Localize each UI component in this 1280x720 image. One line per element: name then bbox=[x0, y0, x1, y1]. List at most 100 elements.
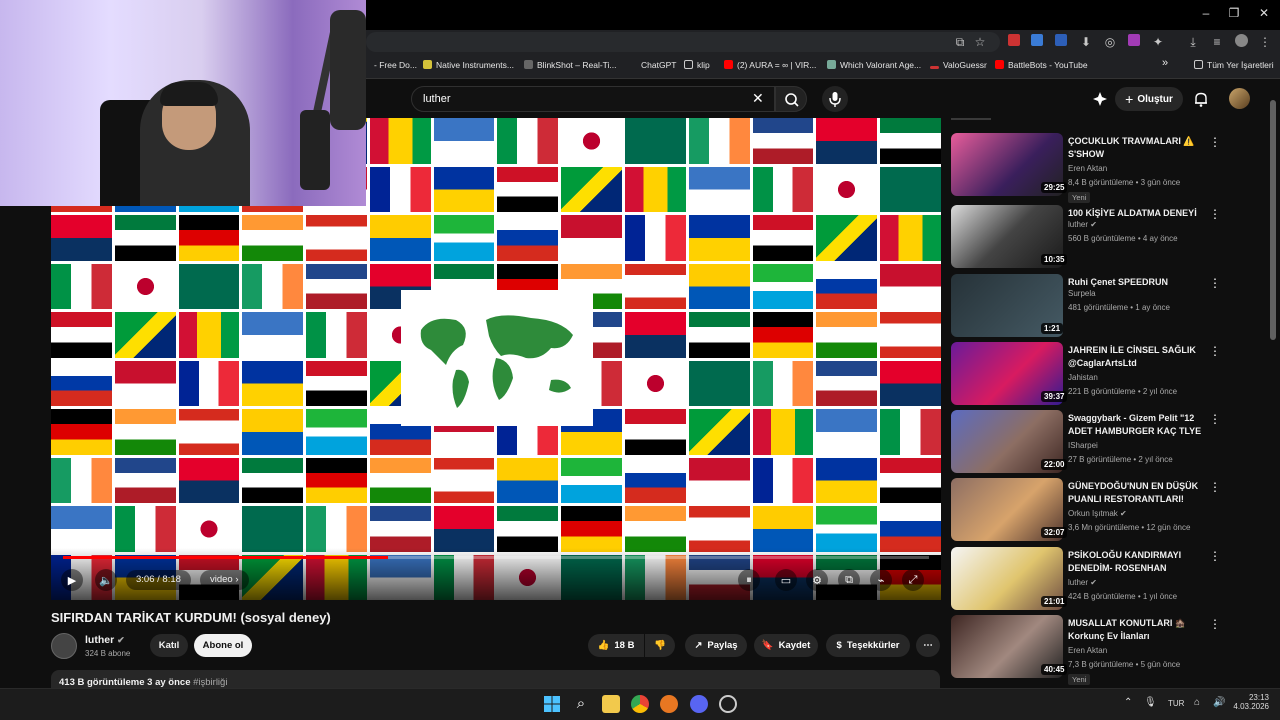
recommendation-title[interactable]: 100 KİŞİYE ALDATMA DENEYİ bbox=[1068, 207, 1206, 220]
recommendation-title[interactable]: JAHREIN İLE CİNSEL SAĞLIK @CaglarArtsLtd bbox=[1068, 344, 1206, 370]
voice-search-button[interactable] bbox=[822, 86, 848, 112]
more-vert-icon[interactable]: ⋮ bbox=[1209, 344, 1221, 358]
autoplay-toggle[interactable]: ⏸ bbox=[738, 569, 760, 591]
reading-list-icon[interactable]: ≡ bbox=[1209, 34, 1225, 50]
bookmark-item[interactable]: BlinkShot – Real-Ti... bbox=[524, 60, 617, 70]
taskbar-clock[interactable]: 23:13 4.03.2026 bbox=[1233, 693, 1269, 711]
recommendation-channel[interactable]: Eren Aktan bbox=[1068, 646, 1107, 655]
account-avatar[interactable] bbox=[1229, 88, 1250, 109]
more-vert-icon[interactable]: ⋮ bbox=[1209, 617, 1221, 631]
channel-avatar[interactable] bbox=[51, 633, 77, 659]
more-actions-button[interactable]: ⋯ bbox=[916, 634, 940, 657]
recommendation-title[interactable]: MUSALLAT KONUTLARI 🏚️ Korkunç Ev İlanlar… bbox=[1068, 617, 1206, 643]
bookmark-item[interactable]: (2) AURA = ∞ | VIR... bbox=[724, 60, 816, 70]
install-app-icon[interactable]: ⧉ bbox=[952, 34, 968, 50]
recommendation-title[interactable]: Swaggybark - Gizem Pelit "12 ADET HAMBUR… bbox=[1068, 412, 1206, 439]
recommendation-channel[interactable]: Surpela bbox=[1068, 289, 1096, 298]
recommendation-title[interactable]: Ruhi Çenet SPEEDRUN bbox=[1068, 276, 1206, 289]
bookmark-item[interactable]: Native Instruments... bbox=[423, 60, 514, 70]
bookmark-item[interactable]: BattleBots - YouTube bbox=[995, 60, 1088, 70]
recommendation-title[interactable]: PSİKOLOĞU KANDIRMAYI DENEDİM- ROSENHAN D… bbox=[1068, 549, 1206, 576]
volume-button[interactable]: 🔈 bbox=[95, 569, 117, 591]
dislike-button[interactable]: 👎 bbox=[645, 634, 675, 657]
search-input[interactable] bbox=[411, 86, 775, 112]
more-vert-icon[interactable]: ⋮ bbox=[1209, 549, 1221, 563]
discord-icon[interactable] bbox=[690, 695, 708, 713]
recommendation-channel[interactable]: luther ✔ bbox=[1068, 220, 1097, 229]
cast-button[interactable]: ⌁ bbox=[870, 569, 892, 591]
fullscreen-button[interactable]: ⤢ bbox=[902, 569, 924, 591]
recommendation-channel[interactable]: Orkun Işıtmak ✔ bbox=[1068, 509, 1127, 518]
like-button[interactable]: 👍 18 B bbox=[588, 634, 644, 657]
start-button[interactable] bbox=[543, 695, 561, 713]
profile-icon[interactable] bbox=[1233, 34, 1249, 50]
bookmark-item[interactable]: klip bbox=[684, 60, 710, 70]
all-bookmarks-item[interactable]: Tüm Yer İşaretleri bbox=[1194, 60, 1274, 70]
recommendation-item[interactable]: 1:21 Ruhi Çenet SPEEDRUN Surpela 481 görünt… bbox=[951, 274, 1251, 338]
more-vert-icon[interactable]: ⋮ bbox=[1209, 135, 1221, 149]
recommendation-title[interactable]: ÇOCUKLUK TRAVMALARI ⚠️ S'SHOW bbox=[1068, 135, 1206, 161]
more-vert-icon[interactable]: ⋮ bbox=[1209, 480, 1221, 494]
chapter-button[interactable]: video › bbox=[200, 570, 249, 590]
extensions-puzzle-icon[interactable]: ✦ bbox=[1150, 34, 1166, 50]
minimize-icon[interactable]: – bbox=[1196, 6, 1216, 20]
bookmark-star-icon[interactable]: ☆ bbox=[972, 34, 988, 50]
play-button[interactable]: ▶ bbox=[61, 569, 83, 591]
more-vert-icon[interactable]: ⋮ bbox=[1209, 412, 1221, 426]
notifications-button[interactable] bbox=[1192, 90, 1210, 108]
create-button[interactable]: + Oluştur bbox=[1115, 87, 1183, 111]
bookmark-item[interactable]: - Free Do... bbox=[374, 60, 417, 70]
file-explorer-icon[interactable] bbox=[602, 695, 620, 713]
language-indicator[interactable]: TUR bbox=[1168, 699, 1184, 708]
close-window-icon[interactable]: ✕ bbox=[1254, 6, 1274, 20]
channel-name[interactable]: luther ✔ bbox=[85, 634, 125, 646]
recommendation-channel[interactable]: Jahistan bbox=[1068, 373, 1098, 382]
extension-1-icon[interactable] bbox=[1006, 34, 1022, 50]
share-button[interactable]: ↗ Paylaş bbox=[685, 634, 747, 657]
search-button[interactable] bbox=[775, 86, 807, 112]
clear-search-icon[interactable]: ✕ bbox=[752, 90, 764, 107]
extension-3-icon[interactable]: ◎ bbox=[1102, 34, 1118, 50]
scrollbar[interactable] bbox=[1270, 100, 1276, 340]
more-vert-icon[interactable]: ⋮ bbox=[1209, 207, 1221, 221]
browser-menu-icon[interactable]: ⋮ bbox=[1257, 34, 1273, 50]
miniplayer-button[interactable]: ⧉ bbox=[838, 569, 860, 591]
volume-tray-icon[interactable]: 🔊 bbox=[1213, 697, 1225, 708]
thanks-button[interactable]: $ Teşekkürler bbox=[826, 634, 910, 657]
recommendation-item[interactable]: 21:01 PSİKOLOĞU KANDIRMAYI DENEDİM- ROSEN… bbox=[951, 547, 1251, 611]
address-bar[interactable] bbox=[366, 32, 1000, 52]
downloads-icon[interactable]: ⤓ bbox=[1185, 34, 1201, 50]
network-icon[interactable]: ⌂ bbox=[1194, 697, 1200, 708]
recommendation-channel[interactable]: ISharpei bbox=[1068, 441, 1098, 450]
more-bookmarks-icon[interactable]: » bbox=[1162, 57, 1168, 69]
bookmark-item[interactable]: ValoGuessr bbox=[930, 60, 987, 70]
extension-4-icon[interactable] bbox=[1126, 34, 1142, 50]
extension-2-icon[interactable] bbox=[1053, 34, 1069, 50]
translate-extension-icon[interactable] bbox=[1029, 34, 1045, 50]
recommendation-item[interactable]: 29:25 ÇOCUKLUK TRAVMALARI ⚠️ S'SHOW Eren A… bbox=[951, 133, 1251, 203]
mic-tray-icon[interactable]: 🎙 bbox=[1144, 697, 1157, 708]
recommendation-item[interactable]: 32:07 GÜNEYDOĞU'NUN EN DÜŞÜK PUANLI RESTO… bbox=[951, 478, 1251, 542]
restore-icon[interactable]: ❐ bbox=[1224, 6, 1244, 20]
recommendation-item[interactable]: 22:00 Swaggybark - Gizem Pelit "12 ADET H… bbox=[951, 410, 1251, 474]
save-button[interactable]: 🔖 Kaydet bbox=[754, 634, 818, 657]
more-vert-icon[interactable]: ⋮ bbox=[1209, 276, 1221, 290]
steam-icon[interactable] bbox=[719, 695, 737, 713]
recommendation-channel[interactable]: luther ✔ bbox=[1068, 578, 1097, 587]
download-extension-icon[interactable]: ⬇ bbox=[1078, 34, 1094, 50]
taskbar-search-button[interactable]: ⌕ bbox=[572, 695, 590, 713]
recommendation-item[interactable]: 39:37 JAHREIN İLE CİNSEL SAĞLIK @CaglarAr… bbox=[951, 342, 1251, 406]
subscribe-button[interactable]: Abone ol bbox=[194, 634, 252, 657]
subtitles-button[interactable]: ▭ bbox=[775, 569, 797, 591]
recommendation-item[interactable]: 10:35 100 KİŞİYE ALDATMA DENEYİ luther ✔ 56… bbox=[951, 205, 1251, 269]
bookmark-item[interactable]: ChatGPT bbox=[641, 60, 676, 70]
show-hidden-icons-icon[interactable]: ⌃ bbox=[1124, 697, 1132, 708]
settings-button[interactable]: ⚙ bbox=[806, 569, 828, 591]
recommendation-item[interactable]: 40:45 MUSALLAT KONUTLARI 🏚️ Korkunç Ev İl… bbox=[951, 615, 1251, 685]
valorant-tracker-icon[interactable] bbox=[660, 695, 678, 713]
recommendation-title[interactable]: GÜNEYDOĞU'NUN EN DÜŞÜK PUANLI RESTORANTL… bbox=[1068, 480, 1206, 506]
chrome-icon[interactable] bbox=[631, 695, 649, 713]
join-button[interactable]: Katıl bbox=[150, 634, 188, 657]
bookmark-item[interactable]: Which Valorant Age... bbox=[827, 60, 921, 70]
recommendation-channel[interactable]: Eren Aktan bbox=[1068, 164, 1107, 173]
